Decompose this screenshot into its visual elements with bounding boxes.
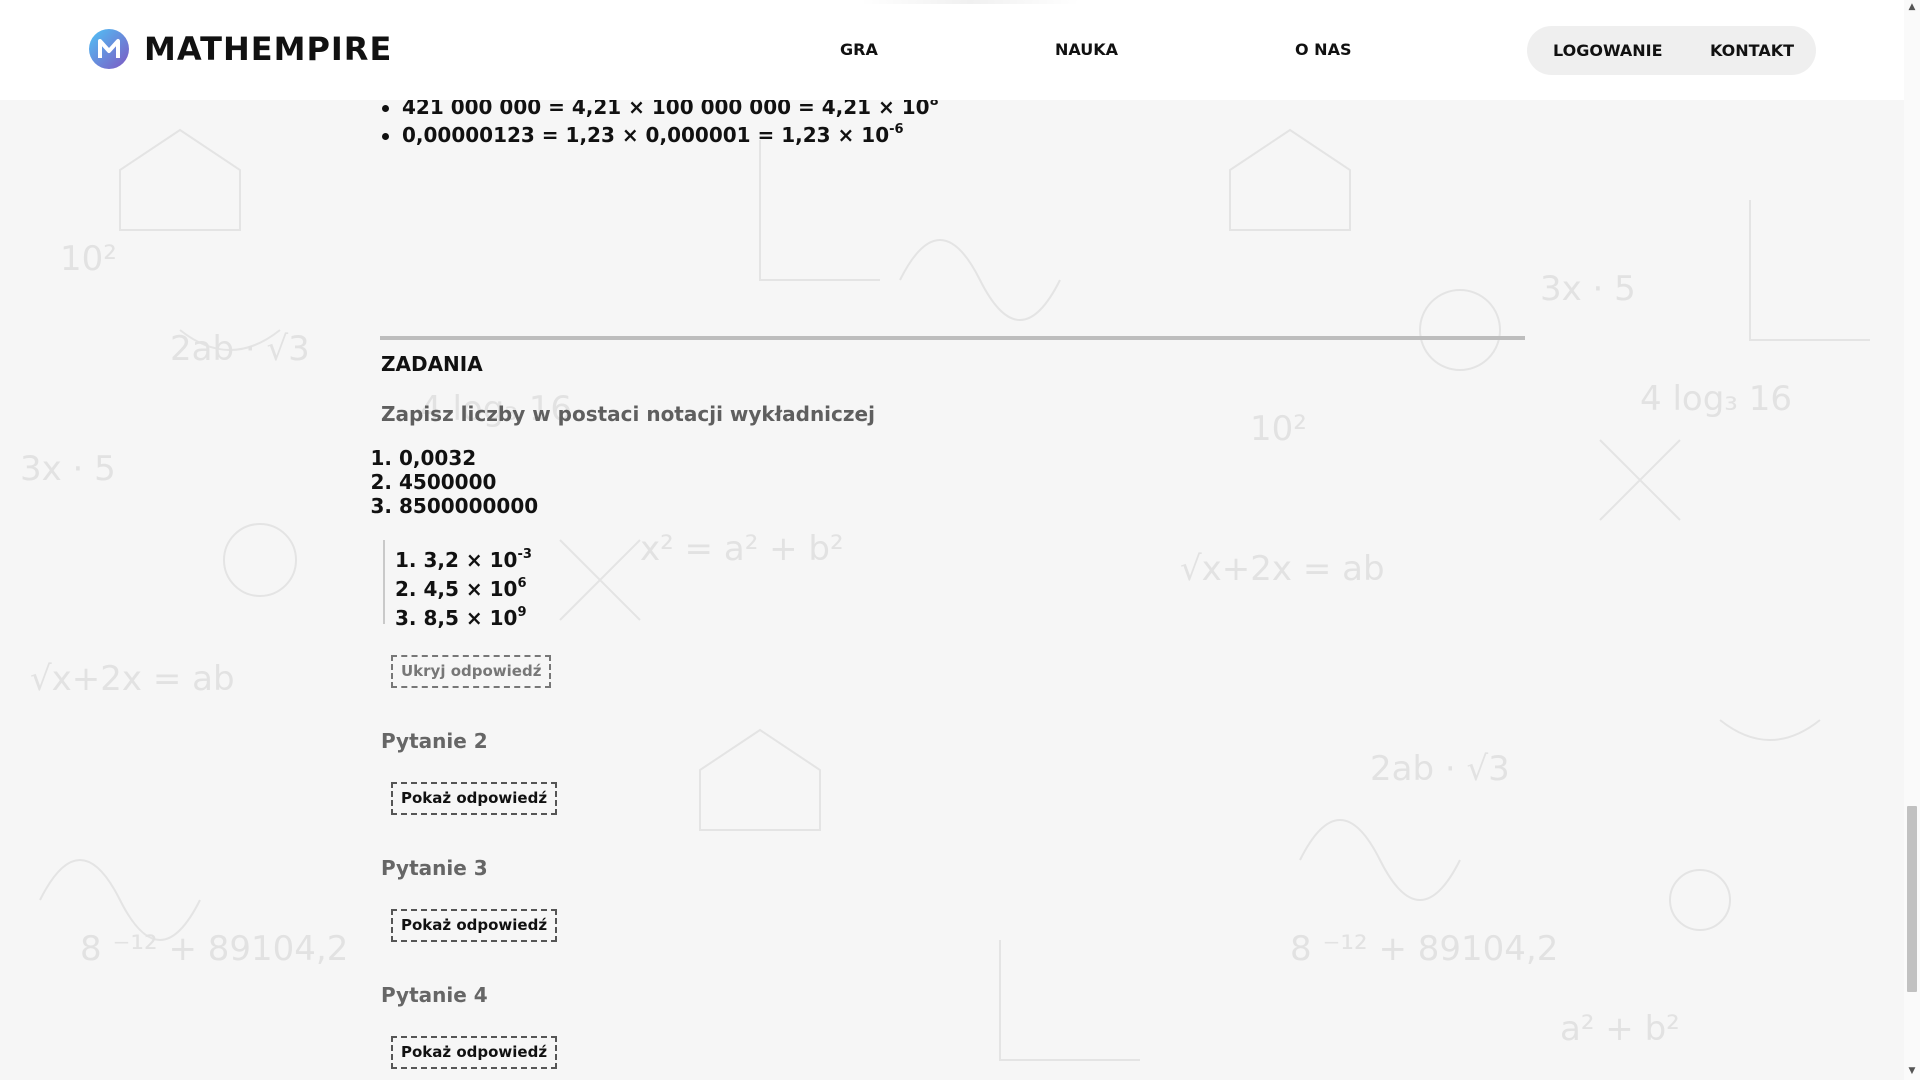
answer-exponent: -3	[517, 547, 532, 562]
brand-logo[interactable]: MATHEMPIRE	[88, 28, 392, 70]
answer-item: 1. 3,2 × 10-3	[395, 540, 532, 572]
nav-o-nas[interactable]: O NAS	[1295, 40, 1351, 59]
question-title: Pytanie 4	[381, 983, 488, 1007]
scroll-thumb[interactable]	[1907, 806, 1917, 992]
scroll-down-icon[interactable]: ▼	[1907, 1066, 1917, 1076]
question-title: Pytanie 3	[381, 856, 488, 880]
nav-nauka[interactable]: NAUKA	[1055, 40, 1118, 59]
brand-name: MATHEMPIRE	[144, 30, 393, 68]
login-link[interactable]: LOGOWANIE	[1553, 41, 1663, 60]
m-logo-icon	[89, 29, 129, 69]
scroll-up-icon[interactable]: ▲	[1907, 2, 1917, 12]
page-scrollbar[interactable]: ▲ ▼	[1904, 0, 1920, 1080]
task-prompt: Zapisz liczby w postaci notacji wykładni…	[381, 402, 875, 426]
question-title: Pytanie 2	[381, 729, 488, 753]
contact-link[interactable]: KONTAKT	[1710, 41, 1794, 60]
answer-exponent: 6	[517, 576, 527, 591]
answer-exponent: 9	[517, 605, 527, 620]
section-title: ZADANIA	[381, 352, 483, 376]
auth-pill: LOGOWANIE KONTAKT	[1527, 26, 1816, 75]
example-formula-exponent: -6	[889, 122, 904, 137]
answer-base: 8,5 × 10	[423, 606, 518, 630]
answer-item: 3. 8,5 × 109	[395, 598, 532, 630]
answer-item: 2. 4,5 × 106	[395, 569, 532, 601]
show-answer-button[interactable]: Pokaż odpowiedź	[391, 782, 558, 815]
show-answer-button[interactable]: Pokaż odpowiedź	[391, 909, 558, 942]
site-header: MATHEMPIRE GRA NAUKA O NAS LOGOWANIE KON…	[0, 0, 1904, 100]
answer-block: 1. 3,2 × 10-3 2. 4,5 × 106 3. 8,5 × 109	[383, 540, 532, 630]
section-divider	[380, 336, 1525, 340]
task-list: 0,0032 4500000 8500000000	[377, 446, 538, 518]
answer-number: 3.	[395, 606, 417, 630]
example-formula-list: 421 000 000 = 4,21 × 100 000 000 = 4,21 …	[380, 94, 939, 150]
nav-gra[interactable]: GRA	[840, 40, 878, 59]
main-content: 421 000 000 = 4,21 × 100 000 000 = 4,21 …	[0, 0, 1904, 1080]
hide-answer-button[interactable]: Ukryj odpowiedź	[391, 655, 552, 688]
list-item: 0,0032	[399, 446, 538, 470]
example-formula: 0,00000123 = 1,23 × 0,000001 = 1,23 × 10…	[380, 122, 939, 147]
header-shadow	[860, 0, 1080, 4]
list-item: 8500000000	[399, 494, 538, 518]
example-formula-text: 0,00000123 = 1,23 × 0,000001 = 1,23 × 10	[402, 123, 890, 147]
list-item: 4500000	[399, 470, 538, 494]
show-answer-button[interactable]: Pokaż odpowiedź	[391, 1036, 558, 1069]
